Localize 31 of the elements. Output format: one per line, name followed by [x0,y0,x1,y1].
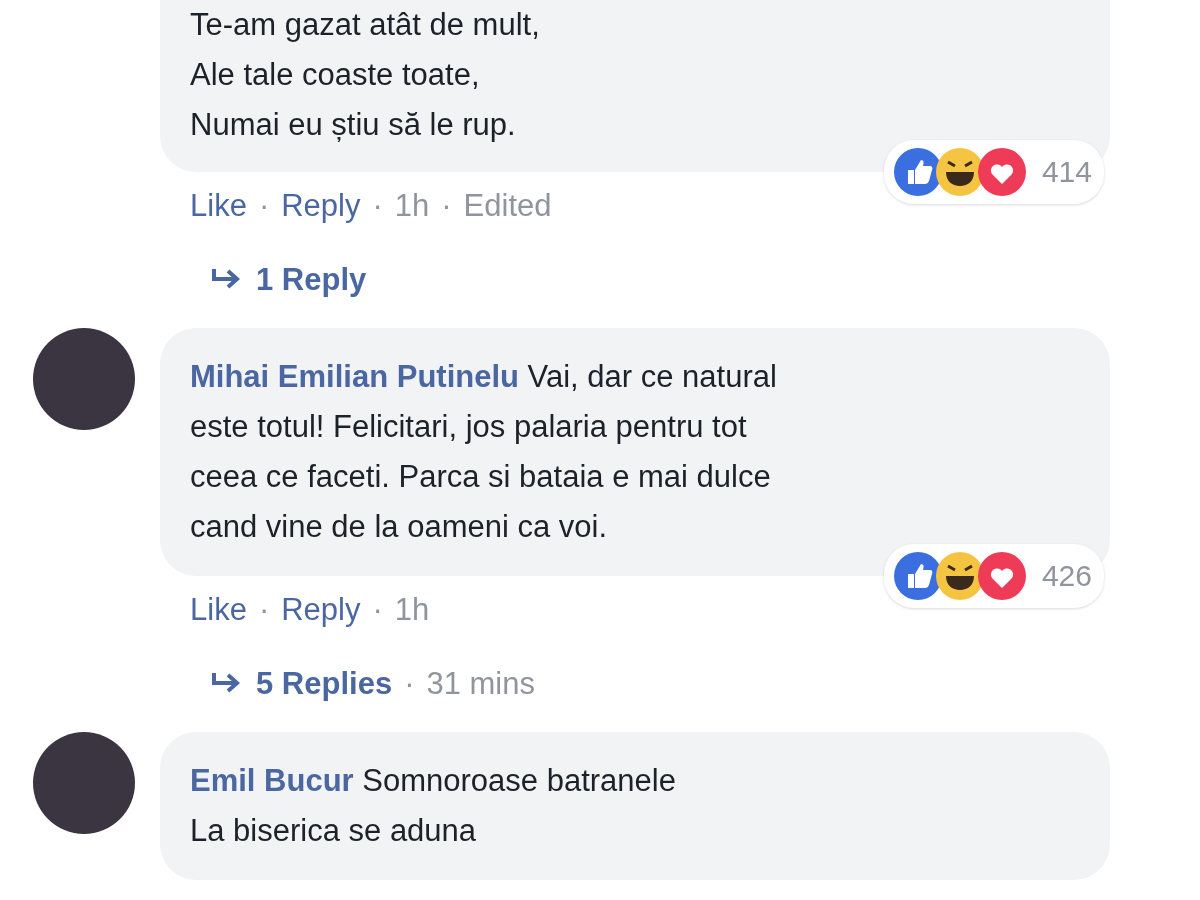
separator: · [258,187,270,225]
action-link[interactable]: Reply [281,588,361,632]
separator: · [372,187,383,225]
reaction-count: 426 [1041,559,1092,593]
comment-meta: Edited [463,187,552,225]
action-link[interactable]: Like [190,184,247,228]
separator: · [404,665,415,703]
comment-meta: 1h [394,187,430,225]
reaction-count: 414 [1041,155,1092,189]
replies-link[interactable]: 1 Reply [256,258,367,302]
comment-text: Numai eu știu să le rup. [190,106,517,144]
comment-text: Ale tale coaste toate, [190,56,481,94]
reactions-pill[interactable]: 426 [883,544,1104,608]
action-link[interactable]: Reply [281,184,361,228]
comment-text: cand vine de la oameni ca voi. [190,508,609,546]
comment-text: Somnoroase batranele [362,763,676,798]
separator: · [441,187,452,225]
action-link[interactable]: Like [190,588,247,632]
comment-text: Te-am gazat atât de mult, [190,6,541,44]
comment-text: este totul! Felicitari, jos palaria pentru tot [190,408,748,446]
comment-text: La biserica se aduna [190,812,478,850]
separator: · [372,591,383,629]
reply-time: 31 mins [426,665,535,703]
comment-meta: 1h [394,591,430,629]
reactions-pill[interactable]: 414 [883,140,1104,204]
comment-text: Vai, dar ce natural [527,359,777,394]
separator: · [258,591,270,629]
author-name[interactable]: Emil Bucur [190,763,354,798]
author-name[interactable]: Mihai Emilian Putinelu [190,359,519,394]
replies-link[interactable]: 5 Replies [256,662,393,706]
comment-text: ceea ce faceti. Parca si bataia e mai dulce [190,458,772,496]
